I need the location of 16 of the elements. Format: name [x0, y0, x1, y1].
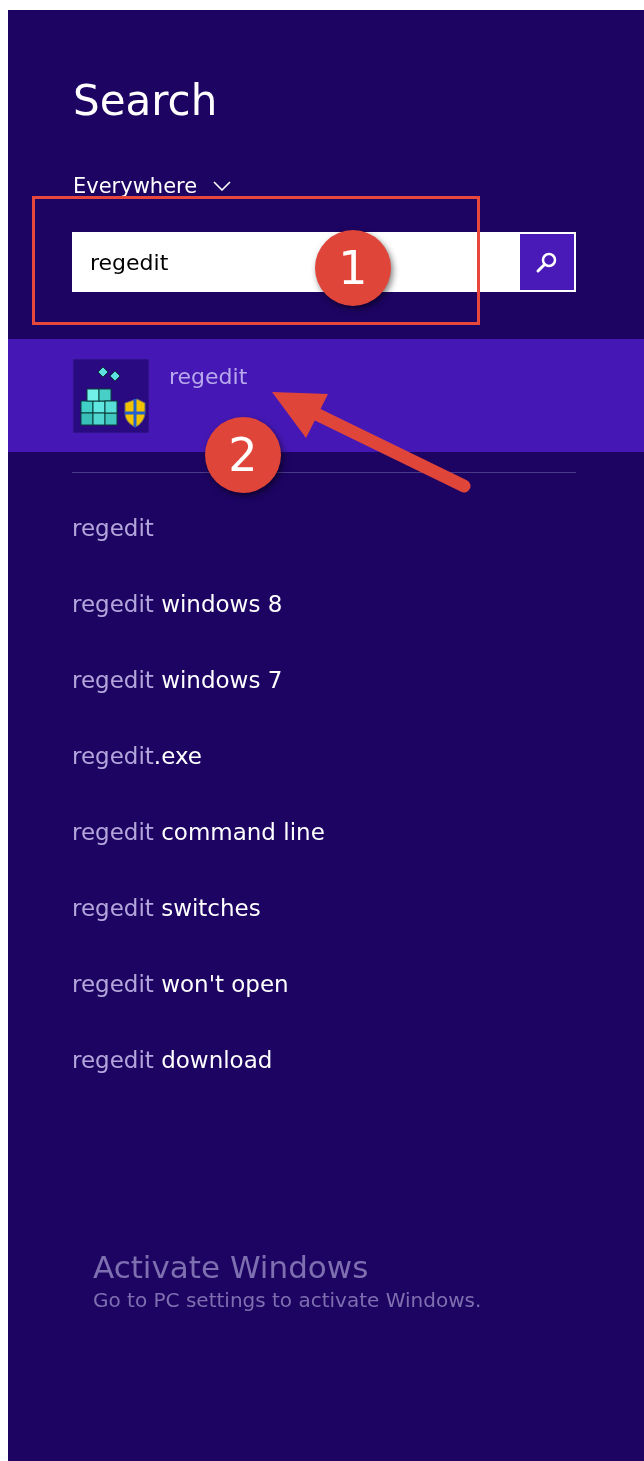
search-suggestion[interactable]: regedit switches [72, 891, 261, 925]
search-button[interactable] [518, 232, 576, 292]
search-suggestion[interactable]: regedit windows 8 [72, 587, 283, 621]
activation-title: Activate Windows [93, 1248, 369, 1286]
search-suggestion[interactable]: regedit windows 7 [72, 663, 283, 697]
search-suggestion[interactable]: regedit.exe [72, 739, 202, 773]
chevron-down-icon [213, 181, 232, 191]
pane-title: Search [73, 76, 218, 126]
scope-dropdown[interactable]: Everywhere [73, 172, 232, 200]
search-suggestion[interactable]: regedit won't open [72, 967, 289, 1001]
search-icon [535, 250, 559, 274]
cubes-shield-icon [73, 359, 149, 433]
search-suggestion[interactable]: regedit command line [72, 815, 325, 849]
search-suggestion[interactable]: regedit download [72, 1043, 273, 1077]
search-suggestion[interactable]: regedit [72, 511, 154, 545]
activation-text: Go to PC settings to activate Windows. [93, 1287, 482, 1314]
